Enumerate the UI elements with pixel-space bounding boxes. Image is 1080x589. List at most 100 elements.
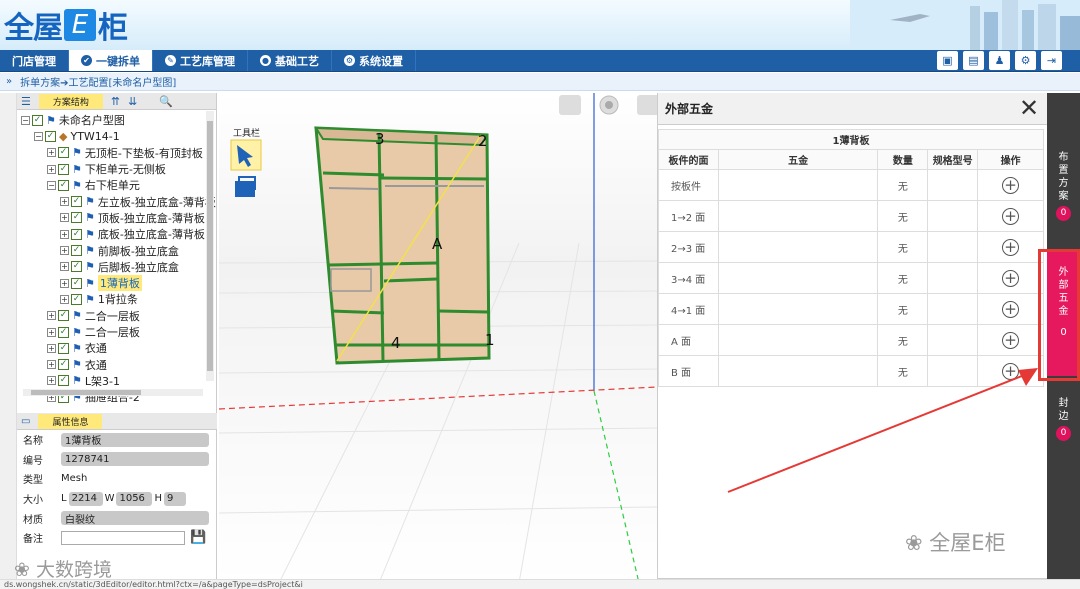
tab-label: 系统设置 [359,54,403,68]
tree-checkbox[interactable]: ✓ [58,163,69,175]
scrollbar-thumb[interactable] [31,390,141,395]
table-row: A 面 无 + [658,324,1044,356]
add-hardware-icon[interactable]: + [1002,238,1020,256]
tree-node[interactable]: + ✓ ⚑ 1背拉条 [17,291,216,307]
add-hardware-icon[interactable]: + [1002,207,1020,225]
hardware-panel-title: 外部五金 [658,93,1047,125]
expand-all-icon[interactable]: ⇈ [111,95,120,108]
sidebar-item-layout-plan[interactable]: 布置方案 0 [1047,151,1080,221]
tree-node[interactable]: + ✓ ⚑ 衣通 [17,340,216,356]
note-input[interactable] [61,530,185,545]
size-h-value[interactable]: 9 [164,491,186,506]
document-icon[interactable]: ▤ [963,51,984,70]
expand-toggle-icon[interactable]: + [47,311,56,321]
breadcrumb-path[interactable]: 拆单方案➔工艺配置[未命名户型图] [20,74,176,89]
tree-node[interactable]: + ✓ ⚑ 1薄背板 [17,275,216,292]
expand-arrows-icon[interactable]: » [6,76,12,87]
view-box-icon[interactable] [559,95,581,115]
tree-checkbox[interactable]: ✓ [71,228,82,240]
app-header: 全屋 E 柜 [0,0,1080,50]
tree-checkbox[interactable]: ✓ [71,277,82,289]
tree-node[interactable]: + ✓ ⚑ 底板-独立底盒-薄背板 [17,226,216,242]
tree-node[interactable]: + ✓ ⚑ 左立板-独立底盒-薄背板 [17,193,216,209]
expand-toggle-icon[interactable]: + [47,164,56,174]
tab-system-settings[interactable]: ⚙ 系统设置 [332,50,416,71]
monitor-icon[interactable]: ▣ [937,51,958,70]
tree-checkbox[interactable]: ✓ [58,375,69,387]
tree-node[interactable]: − ✓ ◆ YTW14-1 [17,128,216,144]
collapse-toggle-icon[interactable]: − [21,115,30,125]
gear-icon[interactable]: ⚙ [1015,51,1036,70]
collapse-all-icon[interactable]: ⇊ [128,95,137,108]
tree-checkbox[interactable]: ✓ [58,310,69,322]
3d-viewport[interactable]: 工具栏 3 2 A 4 1 [219,93,657,583]
tab-store-management[interactable]: 门店管理 [0,50,69,71]
size-w-value[interactable]: 1056 [116,491,153,506]
scene-canvas[interactable]: 工具栏 3 2 A 4 1 [219,93,657,583]
add-hardware-icon[interactable]: + [1002,300,1020,318]
face-cell: 2→3 面 [658,231,719,263]
add-hardware-icon[interactable]: + [1002,269,1020,287]
view-cube-icon[interactable] [637,95,657,115]
tab-basic-process[interactable]: ● 基础工艺 [248,50,332,71]
tree-checkbox[interactable]: ✓ [71,196,82,208]
tab-process-library[interactable]: ✎ 工艺库管理 [153,50,248,71]
tree-checkbox[interactable]: ✓ [58,359,69,371]
tree-node[interactable]: + ✓ ⚑ 前脚板-独立底盒 [17,242,216,258]
expand-toggle-icon[interactable]: + [60,278,69,288]
sidebar-item-edge-banding[interactable]: 封边 0 [1047,397,1080,441]
add-hardware-icon[interactable]: + [1002,331,1020,349]
expand-toggle-icon[interactable]: + [60,229,69,239]
left-collapse-strip[interactable] [0,93,17,583]
tree-node[interactable]: + ✓ ⚑ 二合一层板 [17,324,216,340]
status-bar-url: ds.wongshek.cn/static/3dEditor/editor.ht… [0,579,1080,589]
size-w-label: W [104,493,115,505]
user-icon[interactable]: ♟ [989,51,1010,70]
tree-node[interactable]: + ✓ ⚑ L架3-1 [17,373,216,389]
add-hardware-icon[interactable]: + [1002,176,1020,194]
expand-toggle-icon[interactable]: + [47,327,56,337]
expand-toggle-icon[interactable]: + [47,360,56,370]
logout-icon[interactable]: ⇥ [1041,51,1062,70]
tree-checkbox[interactable]: ✓ [71,261,82,273]
tree-checkbox[interactable]: ✓ [71,212,82,224]
expand-toggle-icon[interactable]: + [60,294,69,304]
tree-node[interactable]: + ✓ ⚑ 后脚板-独立底盒 [17,259,216,275]
tree-checkbox[interactable]: ✓ [71,245,82,257]
cabinet-model[interactable]: 3 2 A 4 1 [314,126,495,365]
prop-name-value[interactable]: 1薄背板 [61,432,209,447]
tree-node[interactable]: + ✓ ⚑ 顶板-独立底盒-薄背板 [17,210,216,226]
expand-toggle-icon[interactable]: + [47,148,56,158]
tree-checkbox[interactable]: ✓ [58,326,69,338]
collapse-toggle-icon[interactable]: − [34,131,43,141]
corner-label-3: 3 [375,130,385,148]
tree-checkbox[interactable]: ✓ [58,147,69,159]
save-icon[interactable]: 💾 [190,530,206,545]
tree-checkbox[interactable]: ✓ [58,179,69,191]
tree-checkbox[interactable]: ✓ [45,130,56,142]
expand-toggle-icon[interactable]: + [60,213,69,223]
tree-horizontal-scrollbar[interactable] [23,389,203,396]
tree-node[interactable]: + ✓ ⚑ 二合一层板 [17,308,216,324]
expand-toggle-icon[interactable]: + [60,246,69,256]
prop-material-value[interactable]: 白裂纹 [61,511,209,526]
expand-toggle-icon[interactable]: + [60,262,69,272]
collapse-toggle-icon[interactable]: − [47,180,56,190]
scrollbar-thumb[interactable] [207,121,213,371]
tab-one-click-split[interactable]: ✔ 一键拆单 [69,50,153,71]
tree-checkbox[interactable]: ✓ [32,114,43,126]
expand-toggle-icon[interactable]: + [60,197,69,207]
tree-vertical-scrollbar[interactable] [206,111,214,381]
tree-node[interactable]: − ✓ ⚑ 右下柜单元 [17,177,216,193]
size-l-value[interactable]: 2214 [68,491,103,506]
tree-checkbox[interactable]: ✓ [71,293,82,305]
close-icon[interactable]: ✕ [1017,96,1041,121]
search-icon[interactable]: 🔍 [159,95,173,108]
tree-checkbox[interactable]: ✓ [58,342,69,354]
tree-node[interactable]: + ✓ ⚑ 衣通 [17,356,216,372]
tree-node[interactable]: − ✓ ⚑ 未命名户型图 [17,112,216,128]
expand-toggle-icon[interactable]: + [47,343,56,353]
expand-toggle-icon[interactable]: + [47,376,56,386]
tree-node[interactable]: + ✓ ⚑ 下柜单元-无侧板 [17,161,216,177]
tree-node[interactable]: + ✓ ⚑ 无顶柜-下垫板-有顶封板 [17,145,216,161]
